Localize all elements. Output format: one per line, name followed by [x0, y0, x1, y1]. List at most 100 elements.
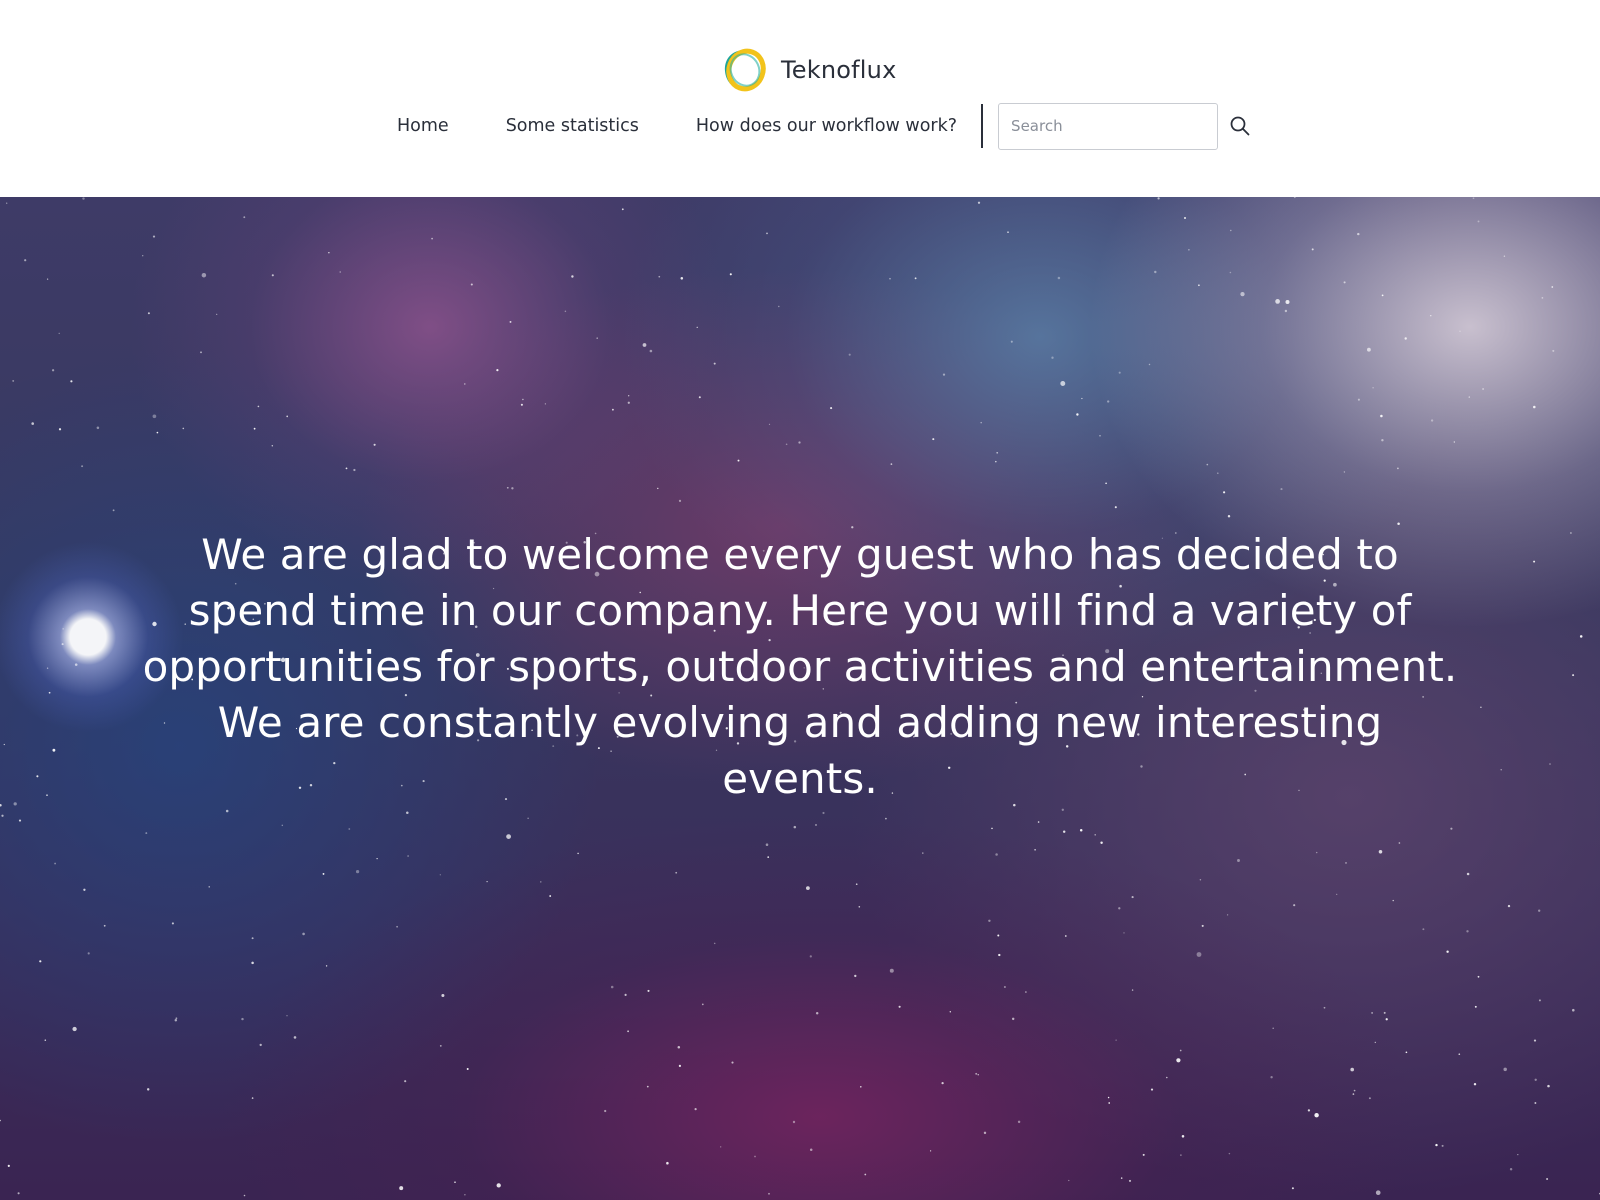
star	[24, 259, 27, 262]
star	[83, 888, 86, 891]
search-input[interactable]	[998, 102, 1219, 150]
star	[12, 379, 15, 382]
ring-logo-icon	[724, 48, 766, 92]
star	[1115, 1039, 1117, 1041]
star	[454, 1181, 456, 1183]
star	[627, 1030, 629, 1033]
star	[678, 1064, 682, 1068]
star	[1405, 1051, 1408, 1054]
star	[243, 1194, 246, 1197]
star	[96, 426, 100, 430]
star	[1381, 294, 1384, 297]
star	[13, 802, 17, 806]
star	[1272, 1027, 1274, 1030]
star	[1060, 381, 1066, 386]
nav-link-home[interactable]: Home	[397, 116, 449, 136]
star	[339, 271, 341, 273]
star	[1551, 286, 1554, 288]
star	[396, 925, 398, 928]
star	[486, 880, 488, 883]
star	[1375, 1190, 1381, 1196]
star	[778, 305, 780, 308]
star	[216, 313, 218, 316]
search-button[interactable]	[1226, 112, 1254, 140]
star	[1538, 999, 1541, 1002]
star	[1569, 532, 1572, 534]
star	[1572, 1008, 1575, 1012]
star	[848, 353, 851, 356]
star	[253, 427, 256, 430]
star	[1142, 1153, 1145, 1156]
nav-link-statistics[interactable]: Some statistics	[506, 116, 639, 136]
star	[201, 272, 207, 278]
star	[1094, 834, 1096, 836]
star	[737, 459, 740, 462]
star	[1237, 859, 1240, 862]
star	[1477, 975, 1480, 978]
star	[1533, 560, 1536, 563]
star	[809, 955, 812, 958]
star	[658, 275, 661, 278]
star	[1538, 909, 1541, 912]
star	[701, 1003, 704, 1006]
star	[666, 1161, 669, 1165]
star	[70, 380, 73, 383]
star	[1472, 197, 1475, 200]
star	[713, 362, 716, 365]
star	[1105, 482, 1107, 485]
star	[864, 1173, 867, 1176]
star	[855, 883, 858, 886]
star	[922, 852, 924, 854]
star	[0, 1119, 1, 1122]
star	[544, 403, 547, 405]
star	[1057, 276, 1061, 280]
star	[1311, 248, 1314, 251]
star	[293, 1036, 297, 1039]
brand[interactable]: Teknoflux	[721, 46, 896, 94]
star	[208, 886, 210, 888]
star	[251, 961, 254, 965]
star	[251, 1097, 254, 1099]
nav-link-workflow[interactable]: How does our workflow work?	[696, 116, 957, 136]
star	[431, 237, 433, 240]
star	[1534, 1102, 1537, 1104]
star	[540, 881, 542, 883]
star	[577, 852, 579, 855]
star	[103, 924, 106, 927]
star	[798, 441, 801, 444]
star	[36, 775, 39, 778]
star	[62, 628, 64, 630]
star	[1458, 1053, 1461, 1056]
star	[1357, 232, 1360, 236]
star	[46, 278, 49, 280]
star	[506, 486, 509, 489]
star	[977, 201, 981, 204]
star	[698, 396, 701, 399]
star	[1482, 388, 1485, 390]
star	[1517, 1153, 1519, 1156]
star	[1352, 1093, 1355, 1095]
star	[792, 1120, 796, 1124]
star	[1385, 1018, 1388, 1021]
nav-divider	[981, 104, 984, 148]
star	[768, 423, 771, 426]
star	[61, 643, 64, 646]
star	[1201, 924, 1204, 927]
star	[58, 428, 62, 431]
star	[31, 422, 34, 425]
star	[1392, 899, 1394, 902]
star	[998, 953, 1001, 957]
star	[949, 1011, 951, 1013]
star	[628, 395, 630, 397]
star	[243, 216, 246, 219]
star	[1430, 315, 1432, 317]
star	[1397, 467, 1399, 470]
star	[1226, 914, 1229, 916]
star	[806, 886, 810, 890]
star	[941, 1081, 944, 1085]
star	[997, 934, 1000, 937]
star	[281, 824, 284, 827]
star	[404, 1080, 407, 1083]
star	[200, 351, 202, 354]
star	[1380, 414, 1383, 418]
